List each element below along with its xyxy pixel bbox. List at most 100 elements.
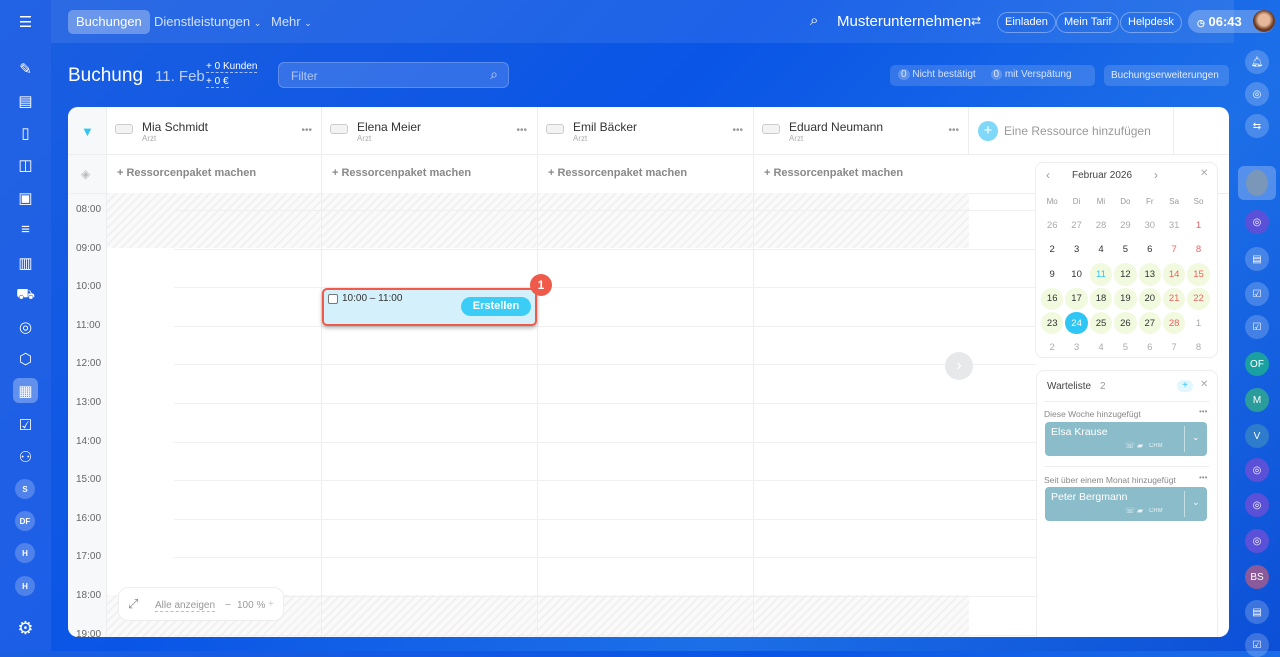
calendar-day[interactable]: 29 xyxy=(1114,214,1136,236)
avatar[interactable]: H xyxy=(15,543,35,563)
crm-link[interactable]: CRM xyxy=(1149,508,1163,514)
calendar-day[interactable]: 3 xyxy=(1065,239,1087,261)
calendar-day[interactable]: 20 xyxy=(1138,287,1161,310)
copilot-icon[interactable]: ◎ xyxy=(1245,493,1269,517)
calendar-day[interactable]: 15 xyxy=(1187,263,1210,286)
copilot-icon[interactable]: ◎ xyxy=(1245,458,1269,482)
helpdesk-button[interactable]: Helpdesk xyxy=(1120,12,1182,33)
tariff-button[interactable]: Mein Tarif xyxy=(1056,12,1120,33)
contact-icon[interactable]: ◫ xyxy=(13,152,38,177)
extensions-button[interactable]: Buchungserweiterungen xyxy=(1104,65,1229,86)
calendar-day[interactable]: 2 xyxy=(1041,239,1063,261)
calendar-day[interactable]: 2 xyxy=(1041,336,1063,358)
collapse-icon[interactable]: ✕ xyxy=(1200,379,1208,390)
phone-icon[interactable]: ☏ xyxy=(1125,506,1135,515)
inbox-icon[interactable]: ▤ xyxy=(13,88,38,113)
copilot-icon[interactable]: ◎ xyxy=(1245,529,1269,553)
booking-icon[interactable]: ▦ xyxy=(13,378,38,403)
calendar-day[interactable]: 31 xyxy=(1163,214,1185,236)
calendar-day[interactable]: 6 xyxy=(1139,239,1161,261)
waitlist-card[interactable]: Peter Bergmann ☏ ▰ CRM ⌄ xyxy=(1045,487,1207,521)
target-icon[interactable]: ◎ xyxy=(13,314,38,339)
create-button[interactable]: Erstellen xyxy=(461,297,531,316)
pencil-icon[interactable]: ✎ xyxy=(13,56,38,81)
calendar-day[interactable]: 12 xyxy=(1114,263,1137,286)
calendar-day[interactable]: 14 xyxy=(1162,263,1186,286)
task-icon[interactable]: ☑ xyxy=(13,412,38,437)
robot-icon[interactable]: ⚇ xyxy=(13,444,38,469)
calendar-day[interactable]: 7 xyxy=(1163,239,1185,261)
menu-icon[interactable]: ☰ xyxy=(13,9,38,34)
calendar-day[interactable]: 27 xyxy=(1065,214,1087,236)
waitlist-card[interactable]: Elsa Krause ☏ ▰ CRM ⌄ xyxy=(1045,422,1207,456)
revenue-link[interactable]: + 0 € xyxy=(206,76,229,88)
chevron-down-icon[interactable]: ⌄ xyxy=(1184,491,1200,517)
calendar-day[interactable]: 23 xyxy=(1041,311,1064,335)
bell-icon[interactable]: 🔔︎ xyxy=(1245,50,1269,74)
tab-dienstleistungen[interactable]: Dienstleistungen ⌄ xyxy=(146,10,269,34)
filter-icon[interactable]: ▼ xyxy=(81,124,94,139)
collapse-icon[interactable]: ✕ xyxy=(1200,168,1208,179)
calendar-day[interactable]: 13 xyxy=(1138,263,1161,286)
avatar[interactable]: V xyxy=(1245,424,1269,448)
calendar-day[interactable]: 18 xyxy=(1089,287,1113,310)
chat-icon[interactable]: ⇆ xyxy=(1245,114,1269,138)
calendar-day[interactable]: 1 xyxy=(1187,214,1209,236)
avatar[interactable]: H xyxy=(15,576,35,596)
funnel-icon[interactable]: ≡ xyxy=(13,217,38,242)
package-button[interactable]: + Ressorcenpaket machen xyxy=(548,167,687,179)
calendar-day[interactable]: 5 xyxy=(1114,239,1136,261)
add-resource-button[interactable]: + Eine Ressource hinzufügen xyxy=(968,107,1174,155)
calendar-day[interactable]: 8 xyxy=(1187,336,1209,358)
user-chat-avatar[interactable] xyxy=(1238,166,1276,200)
calendar-day[interactable]: 17 xyxy=(1065,287,1088,310)
calendar-day[interactable]: 11 xyxy=(1089,263,1113,286)
chevron-right-icon[interactable]: › xyxy=(945,352,973,380)
calendar-day[interactable]: 22 xyxy=(1187,287,1210,310)
calendar-day[interactable]: 8 xyxy=(1187,239,1209,261)
add-waitlist-button[interactable]: + xyxy=(1177,380,1193,392)
new-slot[interactable]: 10:00 – 11:00 Erstellen xyxy=(322,288,537,326)
task-icon[interactable]: ☑ xyxy=(1245,315,1269,339)
contact-card-icon[interactable]: ▤ xyxy=(1245,600,1269,624)
invite-button[interactable]: Einladen xyxy=(997,12,1056,33)
avatar[interactable]: BS xyxy=(1245,565,1269,589)
more-icon[interactable]: ••• xyxy=(732,125,743,136)
cart-icon[interactable]: ⛟ xyxy=(13,283,38,308)
calendar-day[interactable]: 10 xyxy=(1065,263,1087,285)
calendar-day[interactable]: 6 xyxy=(1139,336,1161,358)
tab-buchungen[interactable]: Buchungen xyxy=(68,10,150,34)
resource-name[interactable]: Eduard Neumann xyxy=(789,120,883,134)
contact-card-icon[interactable]: ▤ xyxy=(1245,247,1269,271)
zoom-in-button[interactable]: + xyxy=(268,599,274,610)
chat-icon[interactable]: ▰ xyxy=(1137,441,1143,450)
company-name[interactable]: Musterunternehmen xyxy=(837,13,971,30)
calendar-day[interactable]: 4 xyxy=(1090,336,1112,358)
slot-checkbox[interactable] xyxy=(328,294,338,304)
chat-icon[interactable]: ▰ xyxy=(1137,506,1143,515)
next-month-icon[interactable]: › xyxy=(1154,168,1158,182)
filter-input[interactable]: Filter ⌕ xyxy=(278,62,509,88)
more-icon[interactable]: ••• xyxy=(516,125,527,136)
late-filter[interactable]: 0 mit Verspätung xyxy=(990,69,1072,80)
prev-month-icon[interactable]: ‹ xyxy=(1046,168,1050,182)
copilot-icon[interactable]: ◎ xyxy=(1245,82,1269,106)
calendar-day[interactable]: 1 xyxy=(1187,312,1209,334)
calendar-day[interactable]: 28 xyxy=(1162,311,1186,335)
more-icon[interactable]: ••• xyxy=(1199,473,1207,482)
calendar-day[interactable]: 26 xyxy=(1041,214,1063,236)
resource-name[interactable]: Elena Meier xyxy=(357,120,421,134)
calendar-day[interactable]: 5 xyxy=(1114,336,1136,358)
more-icon[interactable]: ••• xyxy=(1199,407,1207,416)
avatar[interactable]: DF xyxy=(15,511,35,531)
calendar-day[interactable]: 3 xyxy=(1065,336,1087,358)
avatar[interactable]: M xyxy=(1245,388,1269,412)
clients-link[interactable]: + 0 Kunden xyxy=(206,61,258,73)
zoom-out-button[interactable]: − xyxy=(225,600,231,611)
copilot-icon[interactable]: ◎ xyxy=(1245,210,1269,234)
package-button[interactable]: + Ressorcenpaket machen xyxy=(332,167,471,179)
box-icon[interactable]: ⬡ xyxy=(13,346,38,371)
calendar-day[interactable]: 7 xyxy=(1163,336,1185,358)
resource-name[interactable]: Mia Schmidt xyxy=(142,120,208,134)
page-date[interactable]: 11. Feb xyxy=(155,68,205,85)
